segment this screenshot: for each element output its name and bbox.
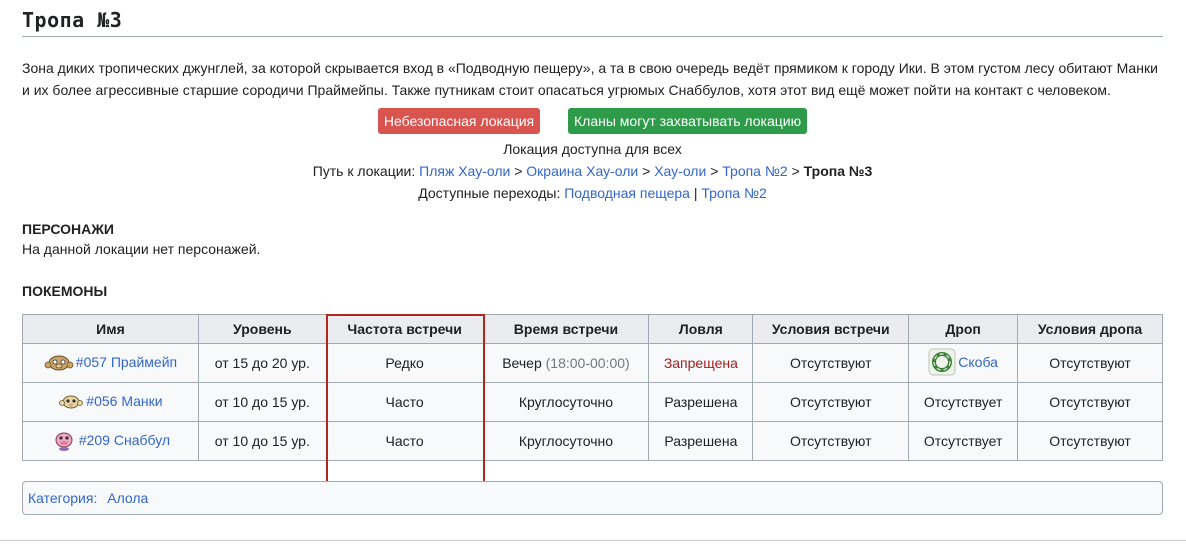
path-separator: > (642, 163, 651, 179)
pokemon-link[interactable]: #057 Праймейп (76, 354, 177, 370)
pokemon-name-cell: #209 Снаббул (22, 421, 199, 461)
pokemon-table: Имя Уровень Частота встречи Время встреч… (22, 314, 1163, 461)
pokemon-link[interactable]: #056 Манки (86, 393, 162, 409)
frequency-cell: Редко (325, 343, 484, 383)
location-path: Путь к локации: Пляж Хау-оли > Окраина Х… (22, 160, 1163, 182)
time-value: Вечер (502, 355, 542, 371)
level-cell: от 10 до 15 ур. (197, 421, 327, 461)
col-header-name: Имя (22, 314, 199, 344)
drop-cell: Отсутствует (908, 421, 1019, 461)
drop-cell: Скоба (908, 343, 1019, 383)
level-cell: от 15 до 20 ур. (197, 343, 327, 383)
page-content: Тропа №3 Зона диких тропических джунглей… (22, 0, 1163, 461)
table-row: #209 Снаббул от 10 до 15 ур. Часто Кругл… (22, 421, 1163, 461)
primeape-sprite-icon (44, 351, 74, 376)
category-link-alola[interactable]: Алола (107, 490, 148, 506)
col-header-drop-conditions: Условия дропа (1017, 314, 1163, 344)
time-cell: Круглосуточно (482, 382, 650, 422)
transition-link-underwater-cave[interactable]: Подводная пещера (564, 185, 690, 201)
path-separator: > (710, 163, 719, 179)
transitions-label: Доступные переходы: (418, 185, 561, 201)
path-link-outskirts[interactable]: Окраина Хау-оли (526, 163, 638, 179)
time-cell: Круглосуточно (482, 421, 650, 461)
path-current: Тропа №3 (803, 163, 873, 179)
col-header-catch: Ловля (648, 314, 754, 344)
drop-conditions-cell: Отсутствуют (1017, 343, 1163, 383)
pokemon-name-cell: #057 Праймейп (22, 343, 199, 383)
available-transitions: Доступные переходы: Подводная пещера | Т… (22, 182, 1163, 204)
col-header-time: Время встречи (482, 314, 650, 344)
drop-link[interactable]: Скоба (958, 354, 998, 370)
catch-cell: Разрешена (648, 421, 754, 461)
path-link-beach[interactable]: Пляж Хау-оли (419, 163, 510, 179)
path-link-route2[interactable]: Тропа №2 (722, 163, 787, 179)
bracket-item-icon (928, 348, 956, 379)
transition-separator: | (693, 185, 698, 201)
snubbull-sprite-icon (51, 429, 77, 454)
footer-divider (0, 540, 1186, 541)
col-header-level: Уровень (197, 314, 327, 344)
col-header-frequency: Частота встречи (325, 314, 484, 344)
drop-cell: Отсутствует (908, 382, 1019, 422)
conditions-cell: Отсутствуют (752, 343, 910, 383)
clans-capture-badge: Кланы могут захватывать локацию (568, 108, 808, 134)
table-row: #057 Праймейп от 15 до 20 ур. Редко Вече… (22, 343, 1163, 383)
frequency-cell: Часто (325, 382, 484, 422)
transition-link-route2[interactable]: Тропа №2 (701, 185, 766, 201)
col-header-drop: Дроп (908, 314, 1019, 344)
path-link-hauoli[interactable]: Хау-оли (654, 163, 706, 179)
conditions-cell: Отсутствуют (752, 382, 910, 422)
conditions-cell: Отсутствуют (752, 421, 910, 461)
title-divider (22, 36, 1163, 37)
col-header-conditions: Условия встречи (752, 314, 910, 344)
pokemon-heading: ПОКЕМОНЫ (22, 283, 108, 299)
page-title: Тропа №3 (22, 8, 123, 32)
table-header-row: Имя Уровень Частота встречи Время встреч… (22, 314, 1163, 344)
path-separator: > (514, 163, 523, 179)
time-cell: Вечер (18:00-00:00) (482, 343, 650, 383)
drop-conditions-cell: Отсутствуют (1017, 421, 1163, 461)
time-note: (18:00-00:00) (545, 355, 630, 371)
drop-conditions-cell: Отсутствуют (1017, 382, 1163, 422)
location-description: Зона диких тропических джунглей, за кото… (22, 60, 1158, 98)
frequency-cell: Часто (325, 421, 484, 461)
catch-cell: Запрещена (648, 343, 754, 383)
level-cell: от 10 до 15 ур. (197, 382, 327, 422)
category-label-link[interactable]: Категория: (28, 490, 97, 506)
time-value: Круглосуточно (518, 433, 614, 449)
mankey-sprite-icon (58, 391, 84, 414)
path-label: Путь к локации: (312, 163, 416, 179)
unsafe-location-badge: Небезопасная локация (377, 108, 541, 134)
characters-heading: ПЕРСОНАЖИ (22, 221, 114, 237)
characters-text: На данной локации нет персонажей. (22, 241, 261, 257)
location-badges: Небезопасная локация Кланы могут захваты… (22, 108, 1163, 134)
category-box: Категория: Алола (22, 481, 1163, 515)
path-separator: > (791, 163, 800, 179)
pokemon-name-cell: #056 Манки (22, 382, 199, 422)
catch-cell: Разрешена (648, 382, 754, 422)
time-value: Круглосуточно (518, 394, 614, 410)
pokemon-link[interactable]: #209 Снаббул (79, 432, 170, 448)
table-row: #056 Манки от 10 до 15 ур. Часто Круглос… (22, 382, 1163, 422)
access-text: Локация доступна для всех (503, 141, 682, 157)
